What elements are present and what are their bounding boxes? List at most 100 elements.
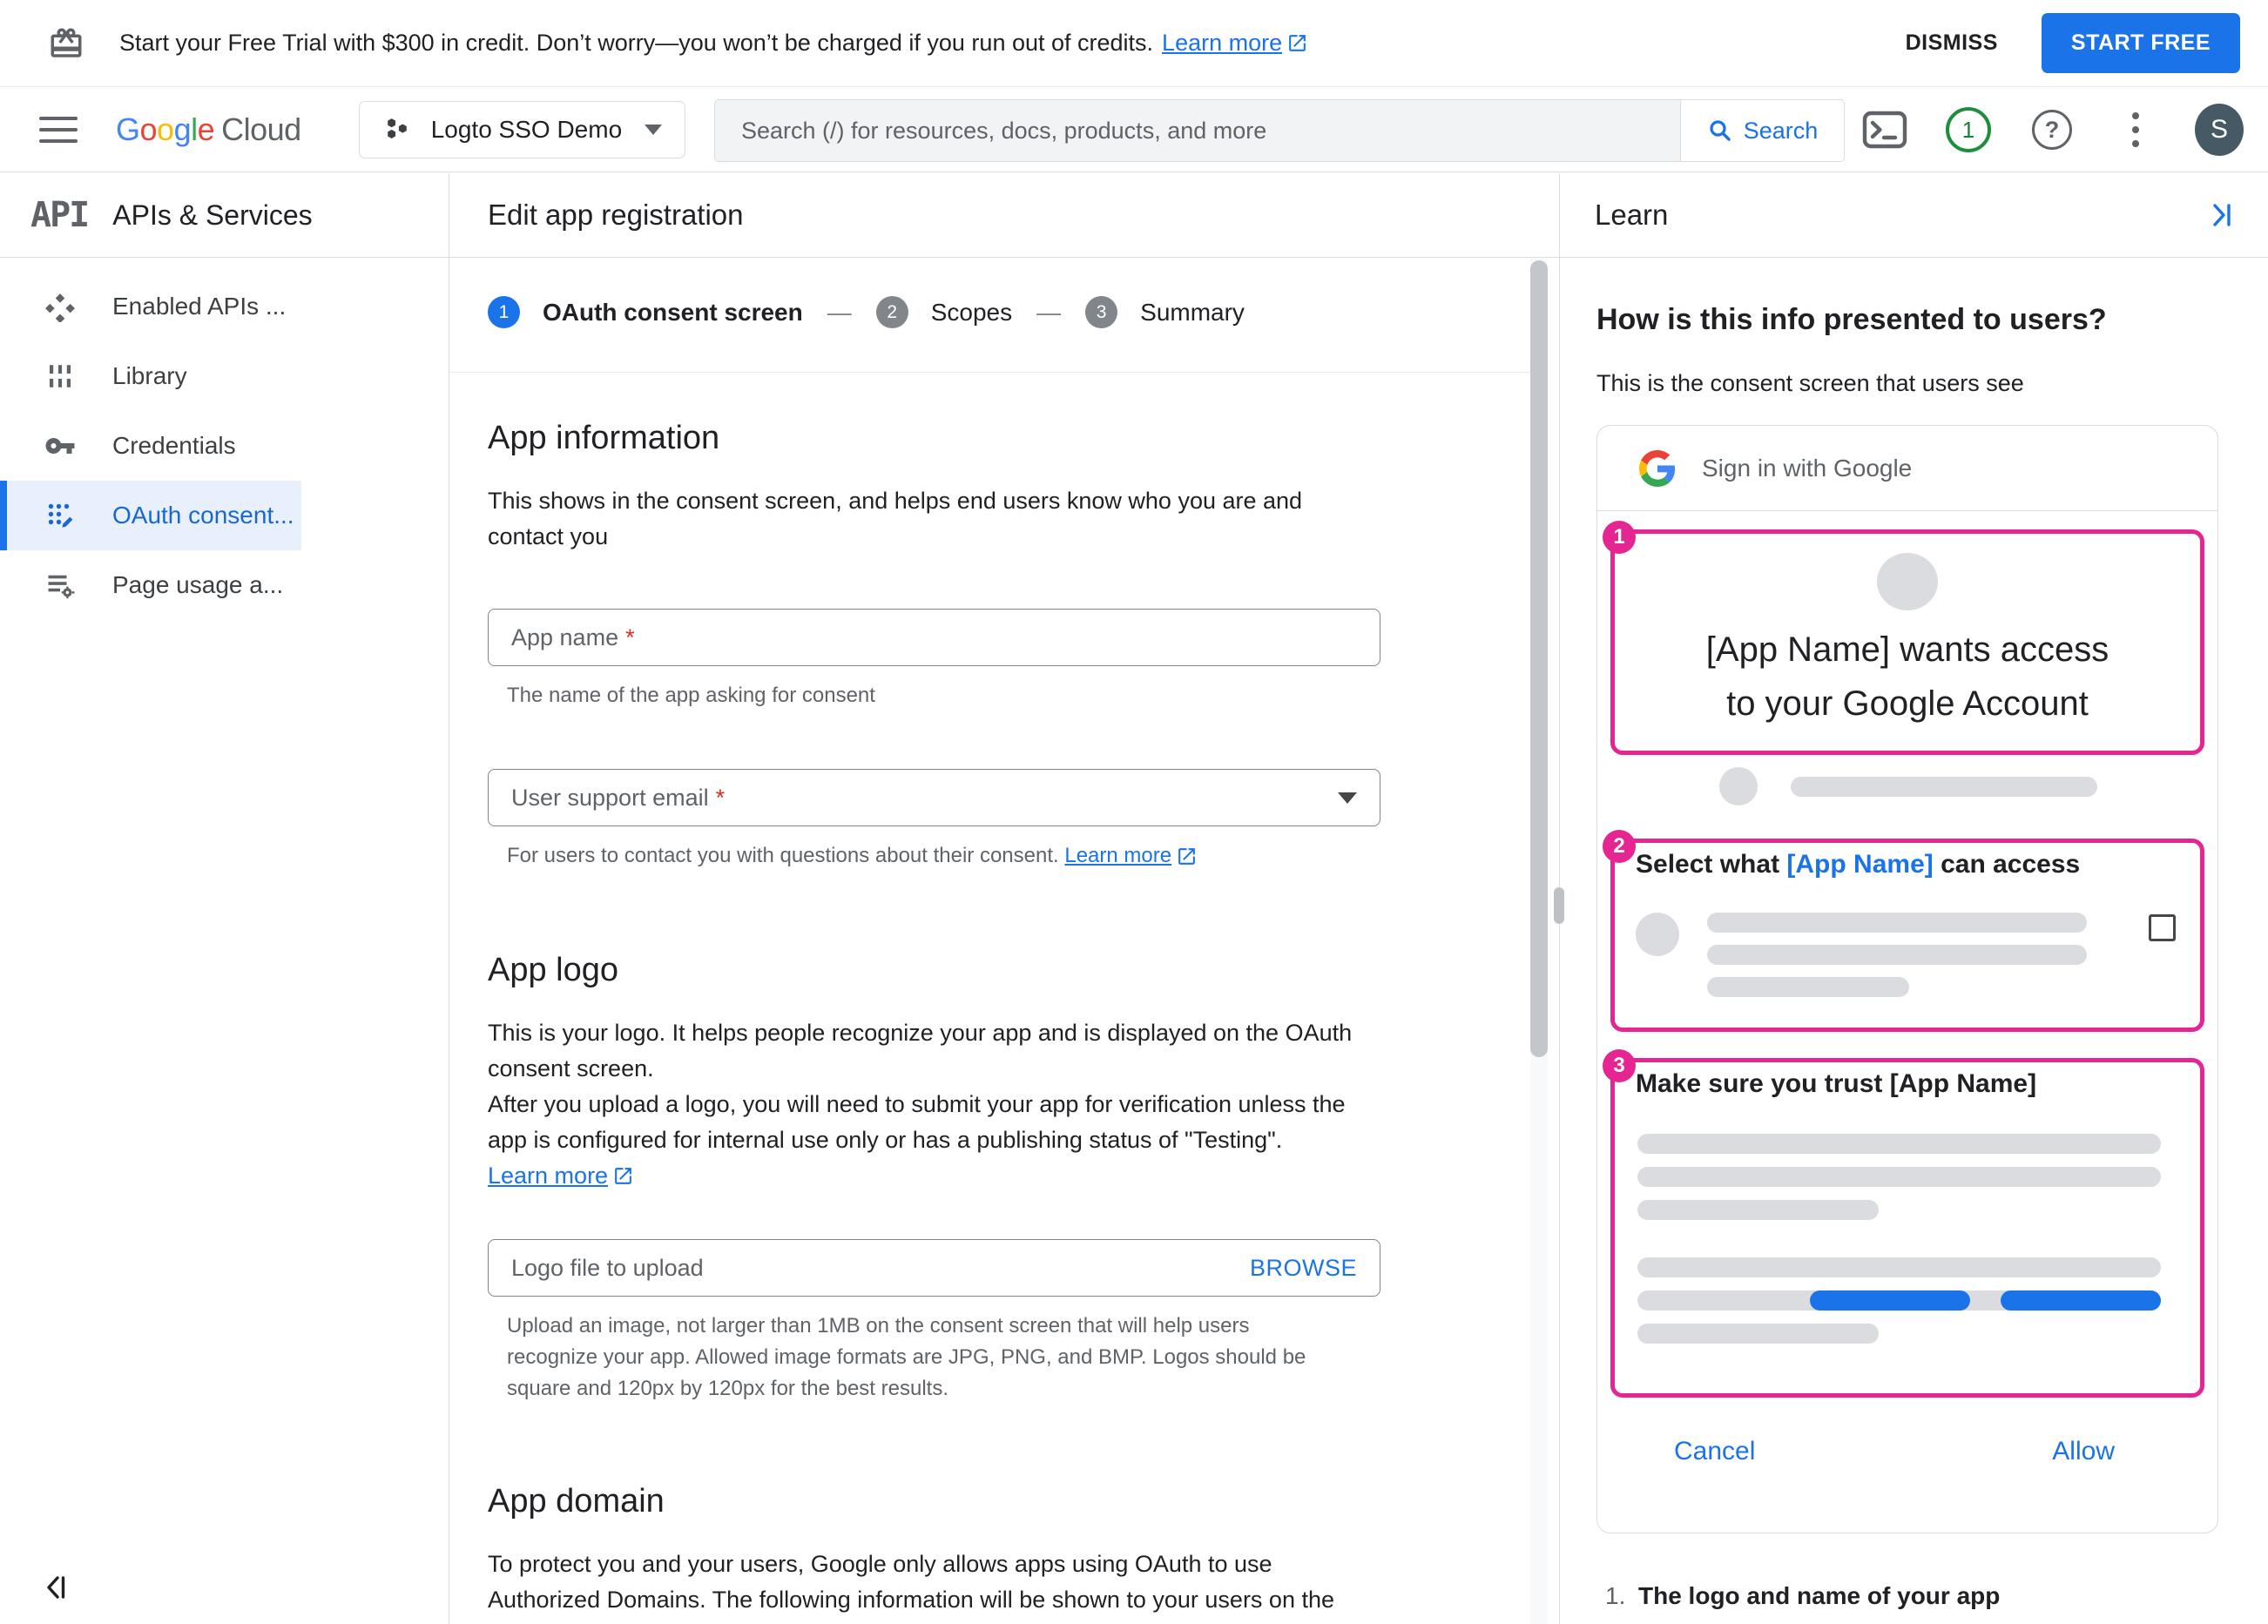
- google-cloud-logo[interactable]: Google Cloud: [116, 111, 301, 148]
- logo-upload-label: Logo file to upload: [511, 1254, 704, 1281]
- enabled-apis-icon: [43, 289, 78, 324]
- step-1-badge: 1: [1603, 521, 1636, 554]
- trust-title: Make sure you trust [App Name]: [1636, 1069, 2037, 1098]
- search-icon: [1710, 120, 1731, 141]
- search-input[interactable]: [715, 100, 1680, 161]
- support-email-learn-more-link[interactable]: Learn more: [1064, 840, 1198, 872]
- text-placeholder: [1791, 776, 2097, 797]
- divider: [449, 372, 1530, 373]
- scope-icon-placeholder: [1636, 913, 1679, 956]
- notifications-button[interactable]: 1: [1944, 105, 1993, 154]
- dismiss-button[interactable]: DISMISS: [1881, 15, 2022, 71]
- step-2-circle[interactable]: 2: [875, 296, 908, 328]
- app-domain-description: To protect you and your users, Google on…: [488, 1551, 1334, 1624]
- avatar: S: [2195, 104, 2244, 156]
- page-usage-icon: [43, 568, 78, 603]
- app-header: GoogleCloud Logto SSO Demo Search 1: [0, 87, 2268, 172]
- support-email-helper: For users to contact you with questions …: [507, 840, 1343, 872]
- scope-checkbox: [2149, 914, 2176, 941]
- link-placeholders: [1637, 1290, 2161, 1311]
- scrollbar-thumb[interactable]: [1530, 260, 1548, 1057]
- required-marker: *: [625, 623, 635, 650]
- sidebar-header: API APIs & Services: [0, 173, 449, 258]
- workspace: API APIs & Services Enabled APIs ... Lib…: [0, 173, 2268, 1624]
- hamburger-menu-icon[interactable]: [39, 109, 78, 151]
- header-icons: 1 ? S: [1860, 87, 2244, 172]
- panel-resize-handle[interactable]: [1554, 887, 1564, 924]
- app-name-helper: The name of the app asking for consent: [507, 684, 875, 707]
- project-icon: [387, 118, 407, 138]
- app-information-heading: App information: [488, 420, 720, 456]
- chevron-down-icon: [645, 124, 663, 135]
- user-support-email-field[interactable]: User support email *: [488, 769, 1380, 826]
- consent-brand-row: Sign in with Google: [1597, 426, 2217, 511]
- project-selector[interactable]: Logto SSO Demo: [358, 100, 686, 158]
- step-2-badge: 2: [1603, 830, 1636, 863]
- more-options-button[interactable]: [2111, 105, 2160, 154]
- consent-step-1-highlight: 1 [App Name] wants access to your Google…: [1603, 521, 2204, 755]
- sidebar-item-enabled-apis[interactable]: Enabled APIs ...: [0, 272, 449, 341]
- allow-button[interactable]: Allow: [2052, 1437, 2115, 1466]
- collapse-learn-panel-icon[interactable]: [2207, 202, 2233, 228]
- step-3-circle[interactable]: 3: [1085, 296, 1118, 328]
- search-button[interactable]: Search: [1680, 100, 1844, 161]
- avatar-placeholder: [1719, 767, 1758, 805]
- learn-title: Learn: [1595, 199, 1669, 231]
- collapse-sidebar-icon[interactable]: [43, 1573, 69, 1601]
- app-domain-heading: App domain: [488, 1483, 665, 1520]
- step-3-badge: 3: [1603, 1049, 1636, 1082]
- gift-icon: [51, 28, 82, 57]
- required-marker: *: [715, 784, 726, 811]
- app-information-description: This shows in the consent screen, and he…: [488, 488, 1303, 549]
- consent-screen-preview: Sign in with Google 1 [App Name] wants a…: [1596, 425, 2218, 1533]
- cloud-shell-icon[interactable]: [1860, 105, 1909, 154]
- app-logo-learn-more-link[interactable]: Learn more: [488, 1158, 634, 1194]
- support-email-label: User support email: [511, 784, 709, 811]
- stepper-separator: —: [827, 298, 852, 326]
- learn-content: How is this info presented to users? Thi…: [1560, 303, 2268, 1610]
- free-trial-banner: Start your Free Trial with $300 in credi…: [0, 0, 2268, 87]
- help-button[interactable]: ?: [2028, 105, 2076, 154]
- logo-upload-field[interactable]: Logo file to upload BROWSE: [488, 1239, 1380, 1297]
- external-link-icon: [1289, 35, 1306, 51]
- sidebar-item-oauth-consent[interactable]: OAuth consent...: [0, 481, 301, 550]
- step-3-label[interactable]: Summary: [1140, 299, 1245, 327]
- learn-header: Learn: [1560, 173, 2268, 258]
- stepper: 1 OAuth consent screen — 2 Scopes — 3 Su…: [488, 296, 1507, 328]
- dropdown-caret-icon: [1338, 792, 1357, 804]
- account-skeleton-row: [1719, 767, 2217, 805]
- step-1-label[interactable]: OAuth consent screen: [543, 299, 803, 327]
- logo-upload-helper: Upload an image, not larger than 1MB on …: [507, 1314, 1306, 1400]
- sidebar-item-credentials[interactable]: Credentials: [0, 411, 449, 481]
- sidebar: API APIs & Services Enabled APIs ... Lib…: [0, 173, 449, 1624]
- library-icon: [43, 359, 78, 394]
- credentials-key-icon: [43, 428, 78, 463]
- app-name-label: App name: [511, 623, 619, 650]
- sidebar-title: APIs & Services: [112, 199, 313, 231]
- global-search: Search: [714, 99, 1845, 162]
- browse-button[interactable]: BROWSE: [1250, 1255, 1357, 1282]
- banner-learn-more-link[interactable]: Learn more: [1162, 30, 1308, 57]
- banner-message: Start your Free Trial with $300 in credi…: [119, 30, 1308, 57]
- step-2-label[interactable]: Scopes: [931, 299, 1012, 327]
- banner-text: Start your Free Trial with $300 in credi…: [119, 30, 1154, 56]
- start-free-button[interactable]: START FREE: [2041, 13, 2240, 73]
- scopes-title: Select what [App Name] can access: [1636, 850, 2081, 879]
- account-button[interactable]: S: [2195, 104, 2244, 156]
- app-logo-heading: App logo: [488, 952, 619, 988]
- sidebar-item-library[interactable]: Library: [0, 341, 449, 411]
- cancel-button[interactable]: Cancel: [1674, 1437, 1755, 1466]
- edit-app-registration-form: 1 OAuth consent screen — 2 Scopes — 3 Su…: [449, 296, 1559, 1624]
- sidebar-nav: Enabled APIs ... Library Credentials OAu…: [0, 258, 449, 620]
- footnote-1: 1. The logo and name of your app: [1605, 1582, 2001, 1609]
- sidebar-item-page-usage[interactable]: Page usage a...: [0, 550, 449, 620]
- app-name-field[interactable]: App name *: [488, 609, 1380, 666]
- consent-step-2-highlight: 2 Select what [App Name] can access: [1603, 830, 2204, 1032]
- google-g-icon: [1639, 449, 1676, 487]
- sign-in-with-google-label: Sign in with Google: [1702, 454, 1913, 482]
- main-scrollbar[interactable]: [1530, 259, 1548, 1624]
- main-panel: Edit app registration 1 OAuth consent sc…: [449, 173, 1559, 1624]
- learn-subtitle: This is the consent screen that users se…: [1596, 370, 2024, 396]
- step-1-circle[interactable]: 1: [488, 296, 520, 328]
- vertical-dots-icon: [2132, 112, 2139, 147]
